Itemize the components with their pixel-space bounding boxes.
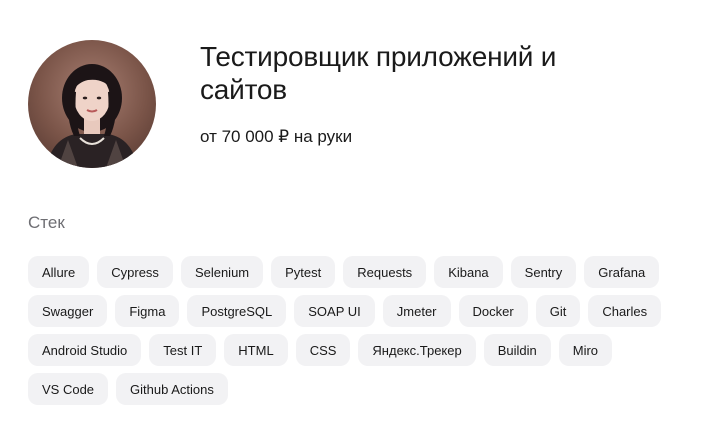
stack-chip: Android Studio	[28, 334, 142, 366]
stack-chip: VS Code	[28, 373, 109, 405]
stack-chip: Test IT	[149, 334, 217, 366]
avatar	[28, 40, 156, 168]
stack-chip: Cypress	[97, 256, 173, 288]
stack-chip: Charles	[588, 295, 662, 327]
stack-chip: HTML	[224, 334, 288, 366]
stack-chip: Allure	[28, 256, 90, 288]
stack-chip: Requests	[343, 256, 427, 288]
stack-chip: Selenium	[180, 256, 264, 288]
stack-chip: PostgreSQL	[187, 295, 287, 327]
stack-chip: Docker	[458, 295, 528, 327]
stack-chip: Pytest	[271, 256, 336, 288]
salary-label: от 70 000 ₽ на руки	[200, 127, 353, 146]
profile-info: Тестировщик приложений и сайтов от 70 00…	[200, 40, 620, 148]
stack-chip: CSS	[295, 334, 351, 366]
stack-chip: Swagger	[28, 295, 108, 327]
stack-chip: Jmeter	[382, 295, 451, 327]
stack-chip: Figma	[115, 295, 180, 327]
profile-header: Тестировщик приложений и сайтов от 70 00…	[28, 40, 620, 168]
page-title: Тестировщик приложений и сайтов	[200, 41, 557, 105]
stack-chip: SOAP UI	[294, 295, 375, 327]
stack-heading: Стек	[28, 213, 65, 232]
stack-chip: Github Actions	[116, 373, 228, 405]
stack-chip-list: Allure Cypress Selenium Pytest Requests Kiban…	[28, 256, 700, 405]
stack-chip: Buildin	[483, 334, 551, 366]
stack-chip: Git	[535, 295, 581, 327]
stack-chip: Grafana	[584, 256, 660, 288]
stack-chip: Kibana	[434, 256, 503, 288]
stack-chip: Яндекс.Трекер	[358, 334, 476, 366]
stack-chip: Miro	[558, 334, 613, 366]
profession-card: Тестировщик приложений и сайтов от 70 00…	[0, 0, 720, 440]
stack-chip: Sentry	[510, 256, 577, 288]
avatar-portrait	[46, 64, 138, 168]
